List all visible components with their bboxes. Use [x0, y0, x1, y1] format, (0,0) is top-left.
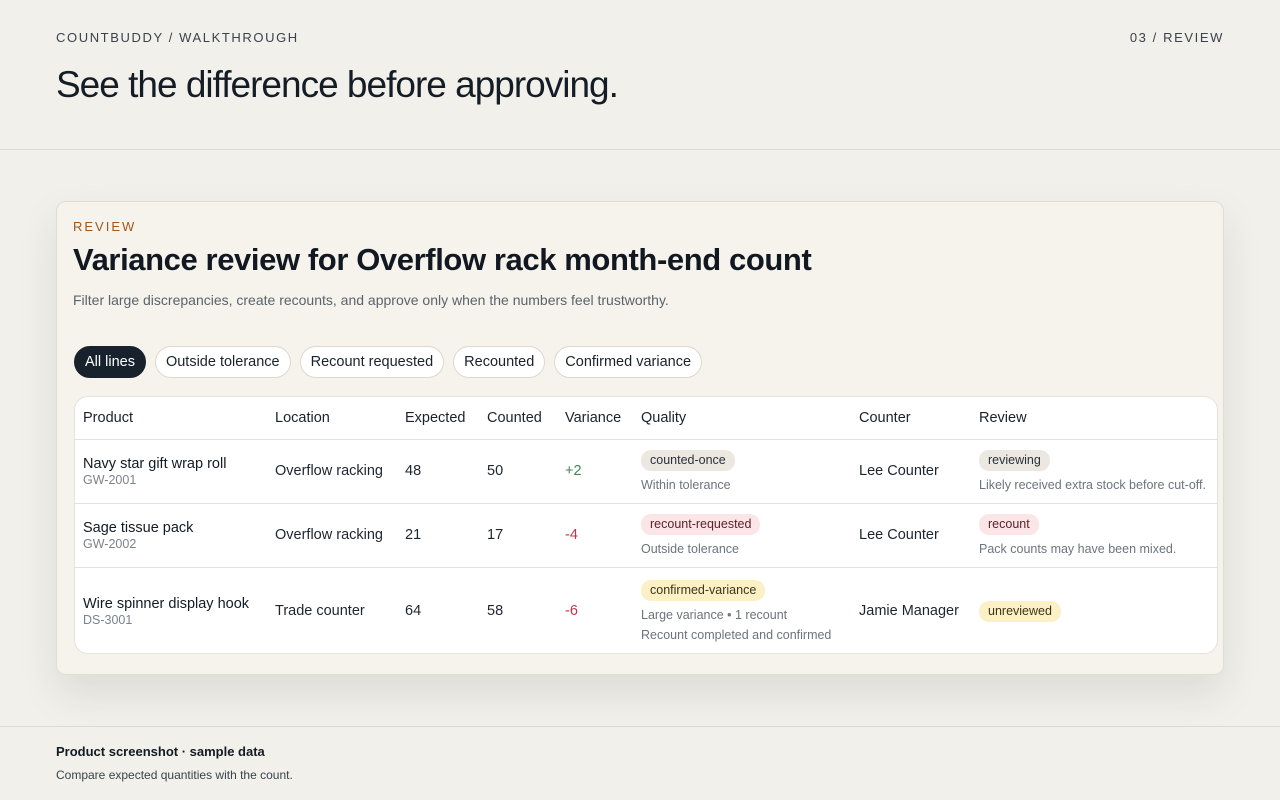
location-cell: Overflow racking: [267, 439, 397, 504]
card-subtitle: Filter large discrepancies, create recou…: [73, 292, 669, 308]
quality-badge: recount-requested: [641, 514, 761, 535]
table-row[interactable]: Wire spinner display hook DS-3001 Trade …: [75, 567, 1217, 653]
column-header-variance[interactable]: Variance: [557, 397, 633, 440]
location-cell: Overflow racking: [267, 503, 397, 568]
quality-note-secondary: Recount completed and confirmed: [641, 628, 832, 643]
breadcrumb: COUNTBUDDY / WALKTHROUGH: [56, 30, 299, 45]
review-badge[interactable]: reviewing: [979, 450, 1050, 471]
product-name: Sage tissue pack: [83, 519, 194, 536]
review-cell: recount Pack counts may have been mixed.: [971, 503, 1217, 568]
quality-note: Within tolerance: [641, 478, 731, 492]
quality-badge: confirmed-variance: [641, 580, 766, 602]
quality-cell: recount-requested Outside tolerance: [633, 503, 851, 568]
quality-cell: confirmed-variance Large variance • 1 re…: [633, 567, 851, 653]
review-cell: unreviewed: [971, 567, 1217, 653]
variance-review-card: REVIEW Variance review for Overflow rack…: [56, 201, 1224, 675]
quality-note: Outside tolerance: [641, 542, 739, 556]
counted-cell: 50: [479, 439, 557, 504]
filter-all-lines[interactable]: All lines: [74, 346, 146, 378]
column-header-review[interactable]: Review: [971, 397, 1217, 440]
variance-cell: -4: [557, 503, 633, 568]
footer-title: Product screenshot · sample data: [56, 744, 265, 759]
quality-badge: counted-once: [641, 450, 735, 471]
location-cell: Trade counter: [275, 603, 365, 620]
product-sku: DS-3001: [83, 612, 133, 627]
column-header-counter[interactable]: Counter: [851, 397, 971, 440]
variance-cell: -6: [565, 603, 578, 620]
quality-cell: counted-once Within tolerance: [633, 439, 851, 504]
expected-cell: 48: [397, 439, 479, 504]
table-row[interactable]: Sage tissue pack GW-2002 Overflow rackin…: [75, 503, 1217, 568]
table-row[interactable]: Navy star gift wrap roll GW-2001 Overflo…: [75, 439, 1217, 504]
filter-recount-requested[interactable]: Recount requested: [299, 346, 445, 378]
step-indicator: 03 / REVIEW: [1129, 30, 1224, 45]
filter-confirmed-variance[interactable]: Confirmed variance: [554, 346, 703, 378]
product-cell: Sage tissue pack GW-2002: [75, 503, 267, 568]
page-header: COUNTBUDDY / WALKTHROUGH 03 / REVIEW See…: [0, 0, 1280, 150]
column-header-counted[interactable]: Counted: [479, 397, 557, 440]
product-cell: Wire spinner display hook DS-3001: [75, 567, 267, 653]
page-footer: Product screenshot · sample data Compare…: [0, 726, 1280, 800]
counter-cell: Lee Counter: [851, 439, 971, 504]
review-note: Pack counts may have been mixed.: [979, 542, 1177, 556]
page-headline: See the difference before approving.: [56, 64, 619, 105]
counted-cell: 17: [479, 503, 557, 568]
review-cell: reviewing Likely received extra stock be…: [971, 439, 1217, 504]
filter-recounted[interactable]: Recounted: [453, 346, 546, 378]
filter-outside-tolerance[interactable]: Outside tolerance: [154, 346, 291, 378]
product-sku: GW-2001: [83, 472, 137, 487]
column-header-quality[interactable]: Quality: [633, 397, 851, 440]
expected-cell: 21: [397, 503, 479, 568]
column-header-expected[interactable]: Expected: [397, 397, 479, 440]
card-title: Variance review for Overflow rack month-…: [73, 242, 812, 277]
table-header-row: Product Location Expected Counted Varian…: [75, 397, 1217, 440]
product-cell: Navy star gift wrap roll GW-2001: [75, 439, 267, 504]
variance-cell: +2: [557, 439, 633, 504]
counter-cell: Lee Counter: [851, 503, 971, 568]
counter-cell: Jamie Manager: [859, 603, 959, 620]
column-header-product[interactable]: Product: [75, 397, 267, 440]
review-badge[interactable]: unreviewed: [979, 600, 1061, 622]
counted-cell: 58: [487, 603, 504, 620]
quality-note: Large variance • 1 recount: [641, 608, 788, 623]
product-name: Navy star gift wrap roll: [83, 455, 227, 472]
variance-table: Product Location Expected Counted Varian…: [74, 396, 1218, 654]
product-name: Wire spinner display hook: [83, 595, 250, 612]
filter-chips: All lines Outside tolerance Recount requ…: [74, 346, 703, 378]
review-badge[interactable]: recount: [979, 514, 1039, 535]
product-sku: GW-2002: [83, 536, 137, 551]
footer-caption: Compare expected quantities with the cou…: [56, 768, 293, 782]
column-header-location[interactable]: Location: [267, 397, 397, 440]
card-eyebrow: REVIEW: [73, 219, 137, 234]
expected-cell: 64: [405, 603, 422, 620]
review-note: Likely received extra stock before cut-o…: [979, 478, 1206, 492]
